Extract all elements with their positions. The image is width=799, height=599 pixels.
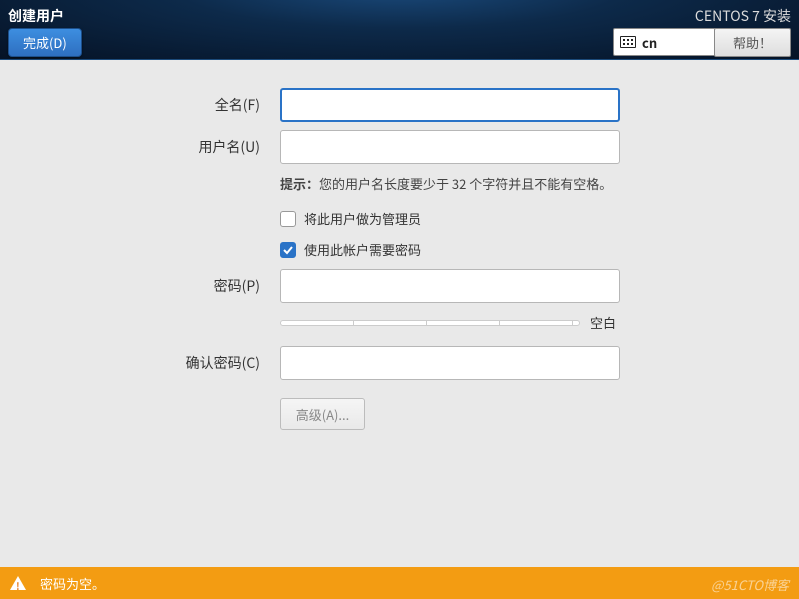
install-label: CENTOS 7 安装 xyxy=(695,6,791,26)
password-strength: 空白 xyxy=(280,313,640,332)
hint-prefix: 提示： xyxy=(280,174,319,193)
advanced-button[interactable]: 高级(A)... xyxy=(280,398,365,430)
keyboard-layout-value: cn xyxy=(642,33,657,52)
check-icon xyxy=(283,245,293,255)
keyboard-icon xyxy=(620,36,636,48)
create-user-form: 全名(F) 用户名(U) 提示：您的用户名长度要少于 32 个字符并且不能有空格… xyxy=(0,88,799,430)
confirm-password-input[interactable] xyxy=(280,346,620,380)
fullname-label: 全名(F) xyxy=(0,95,260,115)
keyboard-layout-selector[interactable]: cn xyxy=(613,28,719,56)
warning-bar: 密码为空。 xyxy=(0,567,799,599)
done-button[interactable]: 完成(D) xyxy=(8,28,82,57)
admin-checkbox[interactable] xyxy=(280,211,296,227)
admin-checkbox-row: 将此用户做为管理员 xyxy=(280,209,640,228)
username-input[interactable] xyxy=(280,130,620,164)
username-label: 用户名(U) xyxy=(0,137,260,157)
require-password-row: 使用此帐户需要密码 xyxy=(280,240,640,259)
warning-message: 密码为空。 xyxy=(40,574,105,593)
watermark: @51CTO博客 xyxy=(711,575,789,594)
require-password-checkbox[interactable] xyxy=(280,242,296,258)
help-button[interactable]: 帮助！ xyxy=(714,28,791,57)
warning-icon xyxy=(10,576,26,590)
password-label: 密码(P) xyxy=(0,276,260,296)
password-input[interactable] xyxy=(280,269,620,303)
hint-text: 您的用户名长度要少于 32 个字符并且不能有空格。 xyxy=(319,174,612,193)
page-title: 创建用户 xyxy=(8,6,64,26)
username-hint: 提示：您的用户名长度要少于 32 个字符并且不能有空格。 xyxy=(280,174,640,193)
strength-bar xyxy=(280,320,580,326)
strength-text: 空白 xyxy=(590,313,616,332)
confirm-password-label: 确认密码(C) xyxy=(0,353,260,373)
header-bar: 创建用户 完成(D) CENTOS 7 安装 cn 帮助！ xyxy=(0,0,799,60)
admin-checkbox-label: 将此用户做为管理员 xyxy=(304,209,421,228)
require-password-label: 使用此帐户需要密码 xyxy=(304,240,421,259)
fullname-input[interactable] xyxy=(280,88,620,122)
